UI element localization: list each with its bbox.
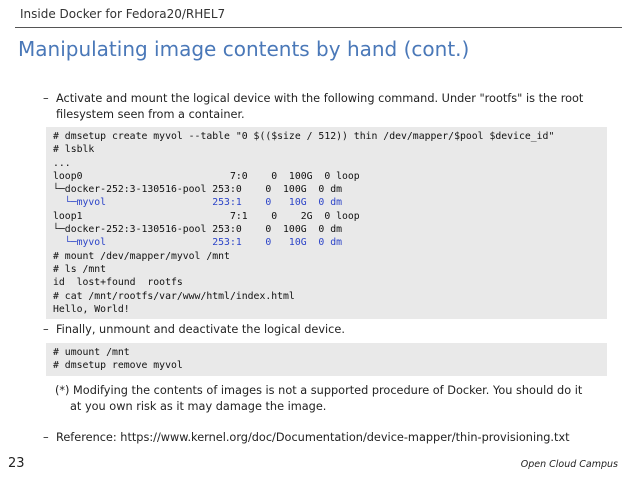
header-divider [15,27,622,28]
bullet-unmount: – Finally, unmount and deactivate the log… [43,322,345,338]
code-line-highlighted: └─myvol 253:1 0 10G 0 dm [53,197,343,209]
code-block-unmount: # umount /mnt # dmsetup remove myvol [46,343,607,376]
code-line: # cat /mnt/rootfs/var/www/html/index.htm… [53,290,295,302]
code-line: # mount /dev/mapper/myvol /mnt [53,250,230,262]
code-line: Hello, World! [53,303,130,315]
code-line: # ls /mnt [53,263,107,275]
reference-link-text: Reference: https://www.kernel.org/doc/Do… [56,431,570,444]
bullet-text: Activate and mount the logical device wi… [56,92,584,105]
code-line: └─docker-252:3-130516-pool 253:0 0 100G … [53,224,343,236]
bullet-dash: – [43,92,49,105]
bullet-text-continued: filesystem seen from a container. [56,108,245,121]
support-note: (*) Modifying the contents of images is … [55,383,582,415]
code-line: ... [53,157,71,169]
code-block-mount: # dmsetup create myvol --table "0 $(($si… [46,127,607,320]
bullet-dash: – [43,323,49,336]
slide-title: Manipulating image contents by hand (con… [18,37,470,61]
header-title: Inside Docker for Fedora20/RHEL7 [20,7,226,21]
code-line: # lsblk [53,144,95,156]
code-line: loop1 7:1 0 2G 0 loop [53,210,360,222]
code-line-highlighted: └─myvol 253:1 0 10G 0 dm [53,237,343,249]
bullet-reference: – Reference: https://www.kernel.org/doc/D… [43,430,570,446]
code-line: # umount /mnt [53,347,130,358]
note-text: (*) Modifying the contents of images is … [55,384,583,397]
footer-brand: Open Cloud Campus [520,459,618,470]
code-line: # dmsetup remove myvol [53,360,183,372]
code-line: # dmsetup create myvol --table "0 $(($si… [53,131,555,142]
bullet-dash: – [43,431,49,444]
code-line: id lost+found rootfs [53,277,183,289]
page-number: 23 [8,456,25,471]
bullet-text: Finally, unmount and deactivate the logi… [56,323,345,336]
code-line: └─docker-252:3-130516-pool 253:0 0 100G … [53,184,343,196]
bullet-activate-mount: – Activate and mount the logical device w… [43,91,583,123]
note-text-continued: at you own risk as it may damage the ima… [70,400,327,413]
code-line: loop0 7:0 0 100G 0 loop [53,170,360,182]
